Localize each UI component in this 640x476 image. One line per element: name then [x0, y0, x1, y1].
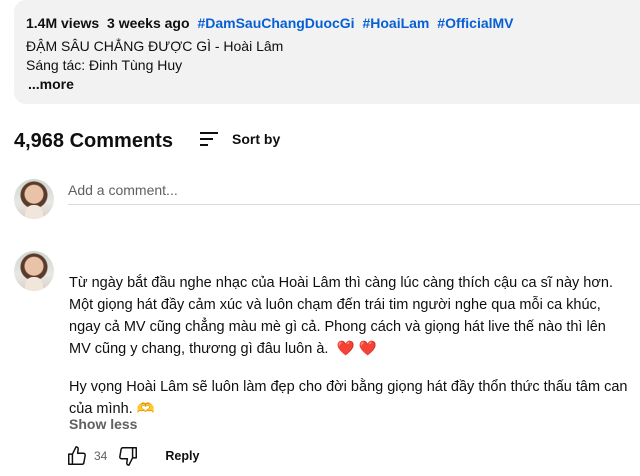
hashtag-link[interactable]: #DamSauChangDuocGi: [197, 15, 354, 31]
reply-button[interactable]: Reply: [165, 449, 199, 463]
commenter-avatar[interactable]: [14, 251, 54, 291]
hashtag-link[interactable]: #OfficialMV: [437, 15, 513, 31]
hashtag-link[interactable]: #HoaiLam: [362, 15, 429, 31]
comment-body: Từ ngày bắt đầu nghe nhạc của Hoài Lâm t…: [69, 272, 629, 420]
sort-label: Sort by: [232, 131, 281, 147]
view-count: 1.4M views: [26, 15, 100, 31]
comment-paragraph: Hy vọng Hoài Lâm sẽ luôn làm đẹp cho đời…: [69, 376, 629, 420]
thumbs-up-icon[interactable]: [66, 445, 88, 467]
heart-emoji: ❤️ ❤️: [336, 341, 377, 357]
heart-hands-emoji: 🫶: [136, 401, 155, 417]
video-description[interactable]: 1.4M views 3 weeks ago #DamSauChangDuocG…: [14, 0, 640, 104]
sort-icon: [200, 132, 218, 146]
description-meta: 1.4M views 3 weeks ago #DamSauChangDuocG…: [26, 15, 518, 31]
user-avatar[interactable]: [14, 179, 54, 219]
more-button[interactable]: ...more: [28, 76, 74, 92]
show-less-button[interactable]: Show less: [69, 416, 137, 432]
sort-button[interactable]: Sort by: [200, 131, 280, 147]
comments-count: 4,968 Comments: [14, 130, 173, 152]
add-comment-input[interactable]: Add a comment...: [68, 182, 640, 205]
comment-paragraph: Từ ngày bắt đầu nghe nhạc của Hoài Lâm t…: [69, 272, 629, 360]
comment-actions: 34 Reply: [66, 444, 199, 468]
thumbs-down-icon[interactable]: [117, 445, 139, 467]
description-composer-line: Sáng tác: Đinh Tùng Huy: [26, 57, 183, 73]
upload-age: 3 weeks ago: [107, 15, 190, 31]
like-count: 34: [94, 449, 108, 463]
description-title-line: ĐẬM SÂU CHẲNG ĐƯỢC GÌ - Hoài Lâm: [26, 38, 284, 54]
